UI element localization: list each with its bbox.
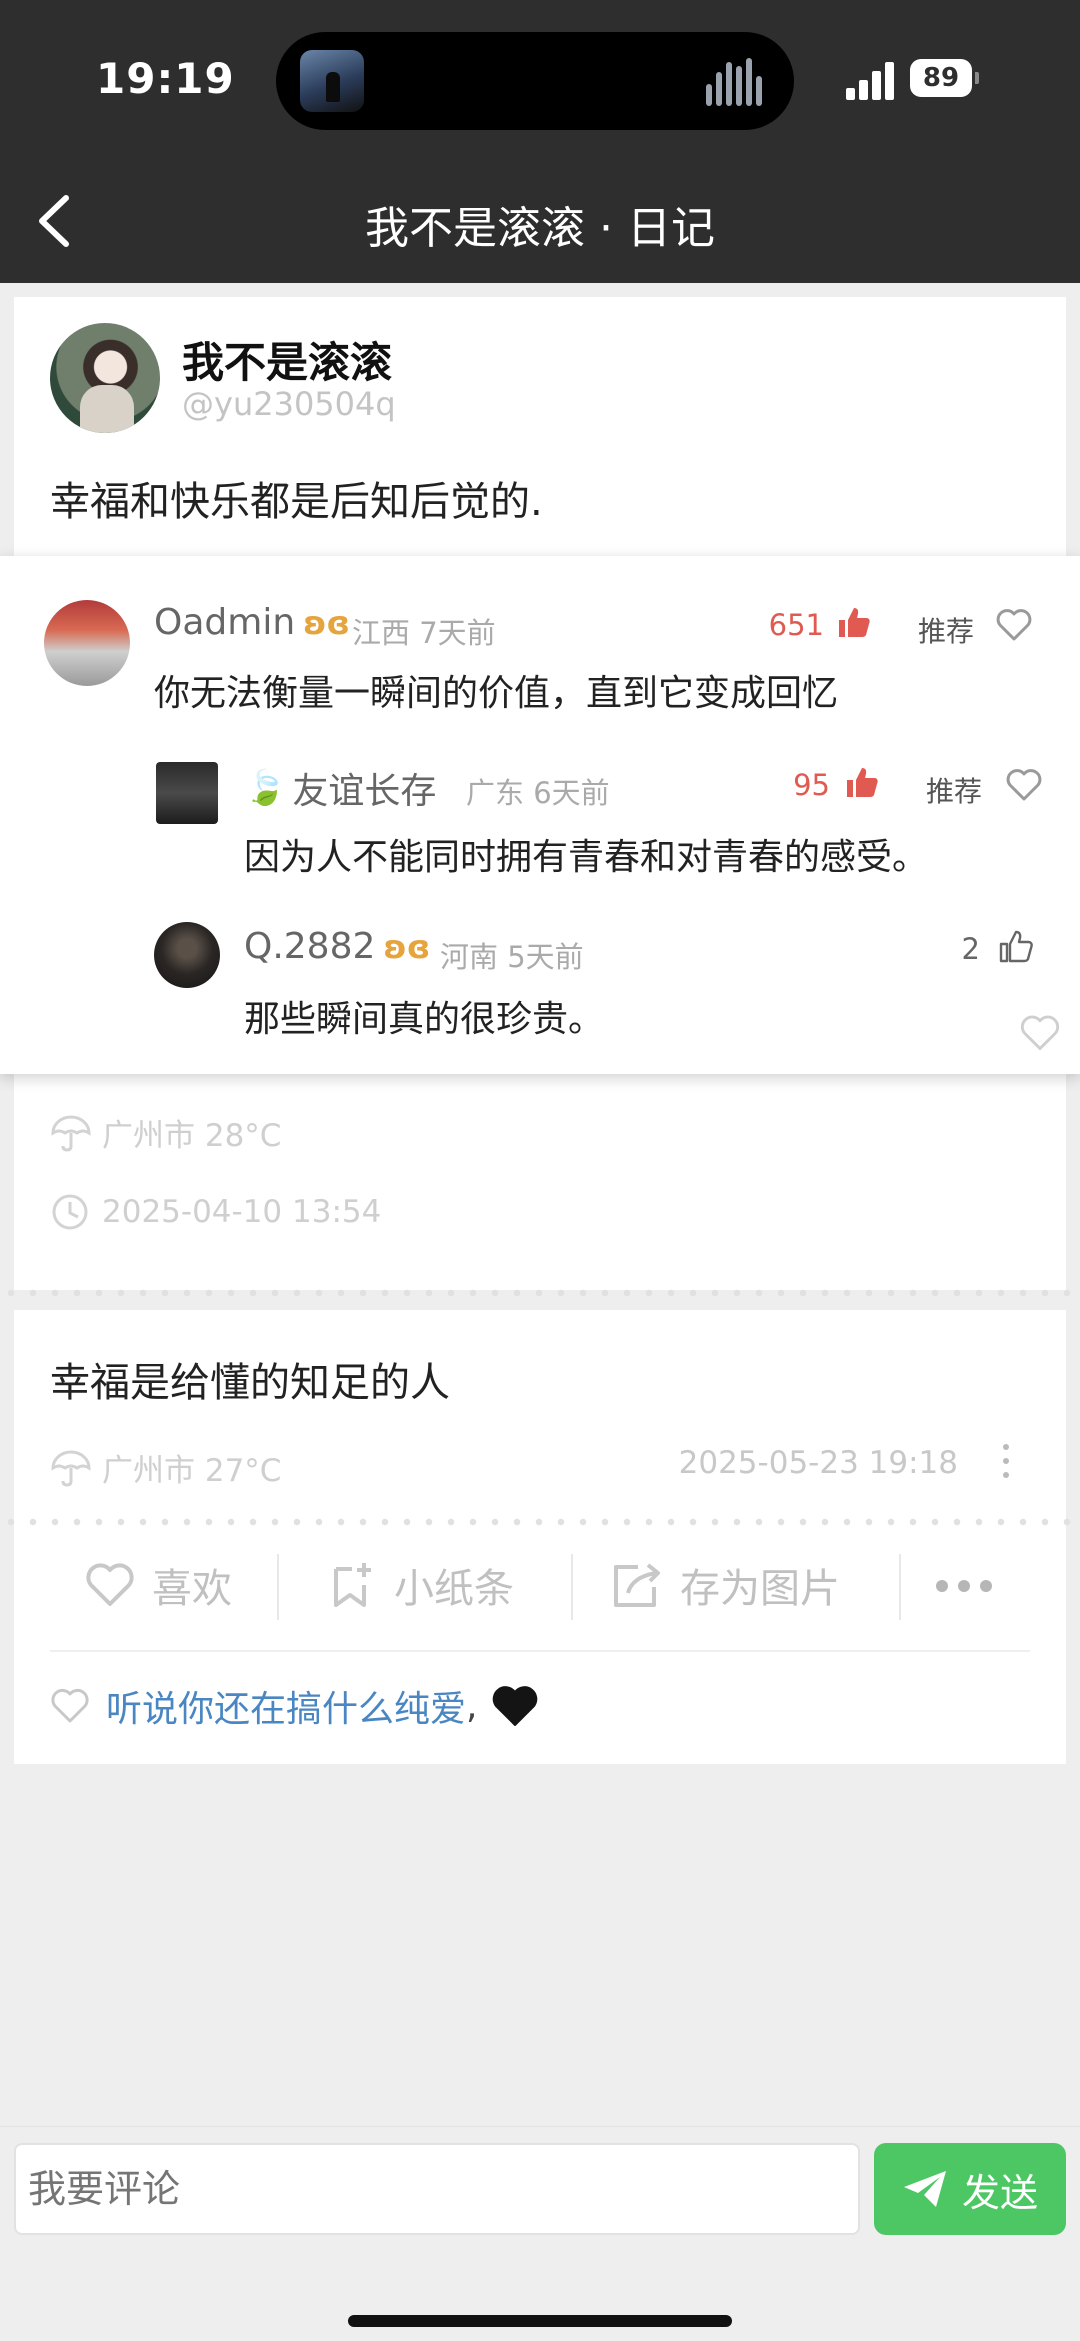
post-meta-card: 广州市 28°C 2025-04-10 13:54: [14, 1060, 1066, 1290]
post-text: 幸福和快乐都是后知后觉的.: [50, 479, 543, 525]
thumbs-up-icon[interactable]: [998, 928, 1034, 964]
weather-row: 广州市 28°C: [50, 1110, 281, 1155]
dotted-divider: [0, 1289, 1080, 1297]
commenter-avatar[interactable]: [154, 922, 220, 988]
like-count: 95: [793, 768, 830, 802]
commenter-name-text: Q.2882: [244, 926, 376, 967]
weather-text: 广州市 27°C: [102, 1453, 282, 1489]
dotted-divider: [0, 1518, 1080, 1526]
heart-outline-icon[interactable]: [1020, 1014, 1060, 1052]
commenter-name[interactable]: Q.2882 ʚɞ: [244, 926, 430, 967]
umbrella-icon: [51, 1450, 91, 1487]
now-playing-thumbnail: [300, 50, 364, 112]
audio-waveform-icon: [706, 58, 768, 106]
divider: [277, 1554, 279, 1620]
divider: [899, 1554, 901, 1620]
diary-entry-card: 幸福是给懂的知足的人 广州市 27°C 2025-05-23 19:18 喜欢 …: [0, 1310, 1080, 1764]
save-image-label: 存为图片: [680, 1566, 840, 1612]
paper-plane-icon: [903, 2171, 946, 2207]
dynamic-island[interactable]: [276, 32, 794, 130]
recommend-label[interactable]: 推荐: [918, 610, 974, 650]
more-horizontal-icon[interactable]: [936, 1580, 996, 1592]
liked-by-row: 听说你还在搞什么纯爱 ,: [50, 1680, 539, 1732]
umbrella-icon: [51, 1115, 91, 1152]
home-indicator[interactable]: [348, 2315, 732, 2327]
heart-icon: [86, 1563, 134, 1606]
datetime-text: 2025-04-10 13:54: [102, 1194, 382, 1230]
comment-text: 你无法衡量一瞬间的价值，直到它变成回忆: [154, 673, 839, 714]
commenter-avatar[interactable]: [156, 762, 218, 824]
heart-outline-icon: [51, 1688, 89, 1723]
vip-badge-icon: ʚɞ: [383, 927, 431, 966]
top-bar: 19:19 89 我不是滚滚 · 日记: [0, 0, 1080, 283]
divider: [50, 1650, 1030, 1652]
datetime-row: 2025-04-10 13:54: [50, 1192, 381, 1232]
author-avatar[interactable]: [50, 323, 160, 433]
weather-text: 广州市 28°C: [102, 1118, 282, 1154]
page-title: 我不是滚滚 · 日记: [365, 203, 715, 254]
battery-icon: 89: [910, 59, 979, 97]
send-label: 发送: [961, 2170, 1038, 2215]
post-card: 我不是滚滚 @yu230504q 幸福和快乐都是后知后觉的.: [14, 297, 1066, 581]
like-count: 2: [961, 932, 980, 966]
share-icon: [614, 1563, 660, 1607]
commenter-name-text: 友谊长存: [292, 771, 437, 812]
author-name[interactable]: 我不是滚滚: [182, 329, 392, 390]
status-time: 19:19: [96, 54, 235, 103]
add-bookmark-icon: [334, 1563, 371, 1607]
screen: 19:19 89 我不是滚滚 · 日记 我不是滚滚 @yu230504q 幸福和…: [0, 0, 1080, 2341]
like-count: 651: [768, 608, 824, 642]
commenter-name[interactable]: 🍃 友谊长存: [244, 762, 436, 814]
leaf-icon: 🍃: [244, 768, 287, 808]
more-options-icon[interactable]: [1002, 1444, 1010, 1484]
heart-outline-icon[interactable]: [1006, 768, 1042, 802]
diary-text: 幸福是给懂的知足的人: [50, 1360, 450, 1406]
like-label: 喜欢: [152, 1566, 232, 1612]
clock-icon: [52, 1194, 88, 1230]
signal-icon: [846, 60, 898, 100]
comment-location-time: 广东 6天前: [466, 776, 610, 810]
comment-bar: 发送: [0, 2126, 1080, 2341]
comment-location-time: 河南 5天前: [440, 940, 584, 974]
weather-row: 广州市 27°C: [50, 1445, 281, 1490]
entry-datetime: 2025-05-23 19:18: [678, 1445, 958, 1481]
liker-name[interactable]: 听说你还在搞什么纯爱: [106, 1680, 466, 1732]
heart-outline-icon[interactable]: [996, 608, 1032, 642]
note-button[interactable]: 小纸条: [326, 1556, 514, 1614]
thumbs-up-filled-icon[interactable]: [836, 604, 872, 640]
recommend-label[interactable]: 推荐: [926, 770, 982, 810]
comment-text: 因为人不能同时拥有青春和对青春的感受。: [244, 837, 929, 878]
comment-location-time: 江西 7天前: [352, 616, 496, 650]
comments-popover: Oadmin ʚɞ 江西 7天前 651 推荐 你无法衡量一瞬间的价值，直到它变…: [0, 556, 1080, 1074]
save-image-button[interactable]: 存为图片: [610, 1556, 840, 1614]
send-button[interactable]: 发送: [874, 2143, 1066, 2235]
vip-badge-icon: ʚɞ: [303, 603, 350, 642]
black-heart-icon: [493, 1686, 538, 1726]
thumbs-up-filled-icon[interactable]: [844, 764, 880, 800]
comment-text: 那些瞬间真的很珍贵。: [244, 999, 605, 1040]
commenter-name-text: Oadmin: [154, 602, 296, 643]
comment-input[interactable]: [14, 2143, 860, 2235]
commenter-name[interactable]: Oadmin ʚɞ: [154, 602, 350, 643]
note-label: 小纸条: [394, 1566, 514, 1612]
liker-comma: ,: [466, 1685, 478, 1727]
commenter-avatar[interactable]: [44, 600, 130, 686]
like-button[interactable]: 喜欢: [84, 1556, 232, 1614]
divider: [571, 1554, 573, 1620]
author-handle: @yu230504q: [182, 385, 396, 423]
